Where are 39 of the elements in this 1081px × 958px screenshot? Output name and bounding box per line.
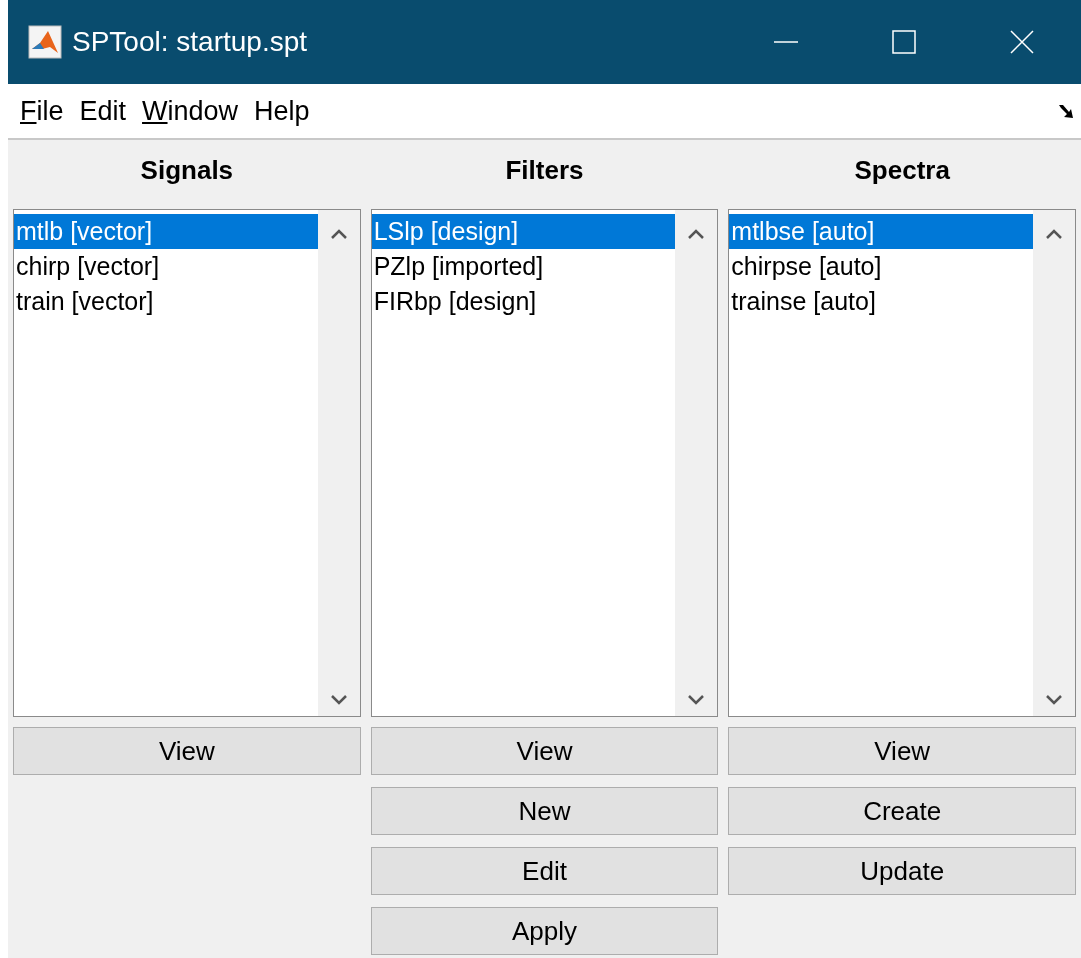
action-button[interactable]: New [370,787,719,835]
scroll-up-icon[interactable] [1045,228,1063,240]
scroll-down-icon[interactable] [687,694,706,706]
list-item[interactable]: train [vector] [14,284,318,319]
maximize-icon [891,29,917,55]
scroll-down-icon[interactable] [1045,694,1063,706]
list-item[interactable]: PZlp [imported] [371,249,676,284]
list-item[interactable]: chirpse [auto] [729,249,1033,284]
scroll-up-icon[interactable] [329,228,348,240]
list-item[interactable]: chirp [vector] [14,249,318,284]
action-button[interactable]: Create [728,787,1076,835]
menu-item[interactable]: Window [134,95,247,127]
list-box[interactable]: mtlb [vector] chirp [vector] train [vector] [13,209,361,717]
list-item[interactable]: FIRbp [design] [371,284,676,319]
window-title: SPTool: startup.spt [72,26,308,58]
action-button[interactable]: View [370,727,719,775]
list-item[interactable]: mtlbse [auto] [729,214,1033,249]
action-button[interactable]: Edit [370,847,719,895]
panel-heading: Signals [139,154,235,187]
action-button[interactable]: Apply [370,907,719,955]
scroll-down-icon[interactable] [329,694,348,706]
close-icon [1009,29,1035,55]
list-item[interactable]: mtlb [vector] [14,214,318,249]
action-button[interactable]: View [728,727,1076,775]
scroll-up-icon[interactable] [687,228,706,240]
menu-item[interactable]: Help [246,95,318,127]
list-item[interactable]: trainse [auto] [729,284,1033,319]
dock-arrow-icon[interactable] [1057,102,1075,120]
list-item[interactable]: LSlp [design] [371,214,676,249]
menu-item[interactable]: Edit [71,95,135,127]
app-icon [28,25,62,59]
action-button[interactable]: View [13,727,361,775]
action-button[interactable]: Update [728,847,1076,895]
list-box[interactable]: mtlbse [auto] chirpse [auto] trainse [auto] [728,209,1076,717]
menu-item[interactable]: File [12,95,72,127]
list-box[interactable]: LSlp [design] PZlp [imported] FIRbp [design] [370,209,719,717]
panel-heading: Filters [504,154,585,187]
panel-heading: Spectra [853,154,951,187]
minimize-icon [773,41,799,43]
